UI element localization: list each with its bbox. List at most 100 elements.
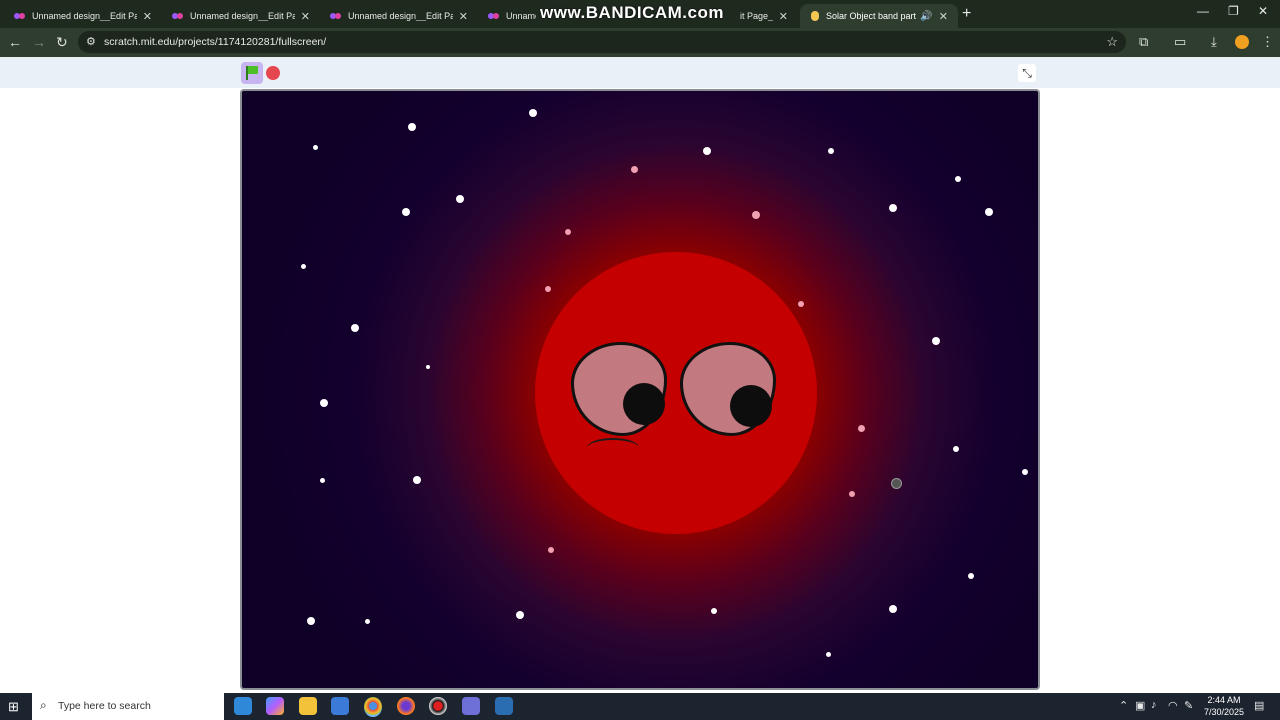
star-sprite: [529, 109, 537, 117]
project-stage[interactable]: [240, 89, 1040, 690]
star-sprite: [703, 147, 711, 155]
tab-close-icon[interactable]: ✕: [459, 10, 468, 23]
bookmark-star-icon[interactable]: ☆: [1106, 34, 1118, 50]
right-pupil: [730, 385, 772, 427]
tab-close-icon[interactable]: ✕: [779, 10, 788, 23]
new-tab-button[interactable]: +: [962, 5, 971, 23]
scratch-favicon-icon: [810, 10, 820, 22]
network-icon[interactable]: ◠: [1168, 699, 1178, 712]
tab-3[interactable]: Unnamed design__Edit Page_X ✕: [320, 4, 478, 28]
firefox-app-icon[interactable]: [397, 697, 415, 715]
tab-title: Unnamed design__Edit Page_X: [32, 11, 137, 21]
windows-taskbar: ⊞ ⌕ Type here to search ⌃ ▣ ♪ ◠ ✎ 2:44 A…: [0, 693, 1280, 720]
star-sprite: [955, 176, 961, 182]
frown-mouth: [587, 438, 639, 458]
tab-title: Unnamed design__Edit Page_X: [190, 11, 295, 21]
steam-app-icon[interactable]: [495, 697, 513, 715]
close-window-button[interactable]: ✕: [1258, 4, 1268, 18]
star-sprite: [307, 617, 315, 625]
restore-button[interactable]: ❐: [1228, 4, 1239, 18]
star-sprite: [426, 365, 430, 369]
clock-time: 2:44 AM: [1207, 695, 1241, 705]
tab-close-icon[interactable]: ✕: [939, 10, 948, 23]
pen-icon[interactable]: ✎: [1184, 699, 1193, 712]
tab-active-scratch[interactable]: Solar Object band part 4 o 🔊 ✕: [800, 4, 958, 28]
pink-star-sprite: [548, 547, 554, 553]
pink-star-sprite: [798, 301, 804, 307]
star-sprite: [826, 652, 831, 657]
tab-title: Solar Object band part 4 o: [826, 11, 917, 21]
tab-title: Unnamed design__Edit Page_X: [348, 11, 453, 21]
star-sprite: [351, 324, 359, 332]
pink-star-sprite: [545, 286, 551, 292]
site-info-icon[interactable]: ⚙: [86, 35, 96, 48]
taskbar-clock[interactable]: 2:44 AM 7/30/2025: [1198, 694, 1250, 718]
mail-app-icon[interactable]: [234, 697, 252, 715]
star-sprite: [953, 446, 959, 452]
star-sprite: [932, 337, 940, 345]
star-sprite: [301, 264, 306, 269]
canva-favicon-icon: [330, 12, 342, 20]
clock-date: 7/30/2025: [1203, 707, 1245, 717]
canva-favicon-icon: [172, 12, 184, 20]
volume-icon[interactable]: ♪: [1151, 699, 1157, 711]
profile-avatar[interactable]: [1235, 35, 1249, 49]
store-app-icon[interactable]: [331, 697, 349, 715]
chrome-menu-icon[interactable]: ⋮: [1261, 34, 1274, 50]
windows-start-icon[interactable]: ⊞: [8, 699, 19, 715]
green-flag-button[interactable]: [241, 62, 263, 84]
star-sprite: [968, 573, 974, 579]
chrome-app-icon[interactable]: [364, 697, 382, 717]
reload-button[interactable]: ↻: [56, 34, 68, 51]
download-icon[interactable]: ⤓: [1211, 34, 1217, 50]
pink-star-sprite: [849, 491, 855, 497]
sound-playing-icon[interactable]: 🔊: [920, 11, 932, 22]
tray-chevron-icon[interactable]: ⌃: [1119, 699, 1128, 712]
tab-close-icon[interactable]: ✕: [301, 10, 310, 23]
url-text[interactable]: scratch.mit.edu/projects/1174120281/full…: [104, 36, 326, 48]
search-placeholder: Type here to search: [58, 700, 151, 712]
star-sprite: [320, 399, 328, 407]
tab-4[interactable]: Unnamed: [478, 4, 546, 28]
notifications-icon[interactable]: ▤: [1254, 699, 1264, 712]
canva-favicon-icon: [488, 12, 500, 20]
search-icon: ⌕: [40, 698, 47, 712]
tab-1[interactable]: Unnamed design__Edit Page_X ✕: [4, 4, 162, 28]
minimize-button[interactable]: —: [1197, 4, 1209, 18]
exit-fullscreen-button[interactable]: ⤡: [1018, 64, 1036, 82]
star-sprite: [1022, 469, 1028, 475]
pink-star-sprite: [858, 425, 865, 432]
tab-5[interactable]: it Page_X ✕: [730, 4, 798, 28]
copilot-app-icon[interactable]: [266, 697, 284, 715]
meet-now-icon[interactable]: ▣: [1135, 699, 1145, 712]
bandicam-app-icon[interactable]: [429, 697, 447, 715]
star-sprite: [828, 148, 834, 154]
left-pupil: [623, 383, 665, 425]
browser-toolbar: ← → ↻ ⚙ scratch.mit.edu/projects/1174120…: [0, 28, 1280, 57]
star-sprite: [456, 195, 464, 203]
tab-title: it Page_X: [740, 11, 773, 21]
forward-button[interactable]: →: [32, 34, 46, 50]
stop-button[interactable]: [266, 66, 280, 80]
taskbar-search[interactable]: ⌕ Type here to search: [32, 693, 224, 720]
canva-favicon-icon: [14, 12, 26, 20]
address-bar[interactable]: ⚙ scratch.mit.edu/projects/1174120281/fu…: [78, 31, 1126, 53]
file-explorer-icon[interactable]: [299, 697, 317, 715]
back-button[interactable]: ←: [8, 34, 22, 50]
star-sprite: [711, 608, 717, 614]
cast-icon[interactable]: ▭: [1174, 34, 1186, 50]
star-sprite: [889, 204, 897, 212]
paint-app-icon[interactable]: [462, 697, 480, 715]
pink-star-sprite: [565, 229, 571, 235]
tab-2[interactable]: Unnamed design__Edit Page_X ✕: [162, 4, 320, 28]
star-sprite: [313, 145, 318, 150]
extensions-icon[interactable]: ⧉: [1139, 34, 1148, 50]
star-sprite: [402, 208, 410, 216]
tab-close-icon[interactable]: ✕: [143, 10, 152, 23]
pink-star-sprite: [631, 166, 638, 173]
star-sprite: [516, 611, 524, 619]
star-sprite: [413, 476, 421, 484]
mouse-cursor-icon: [891, 478, 902, 489]
player-controls-bar: [0, 57, 1280, 88]
star-sprite: [985, 208, 993, 216]
